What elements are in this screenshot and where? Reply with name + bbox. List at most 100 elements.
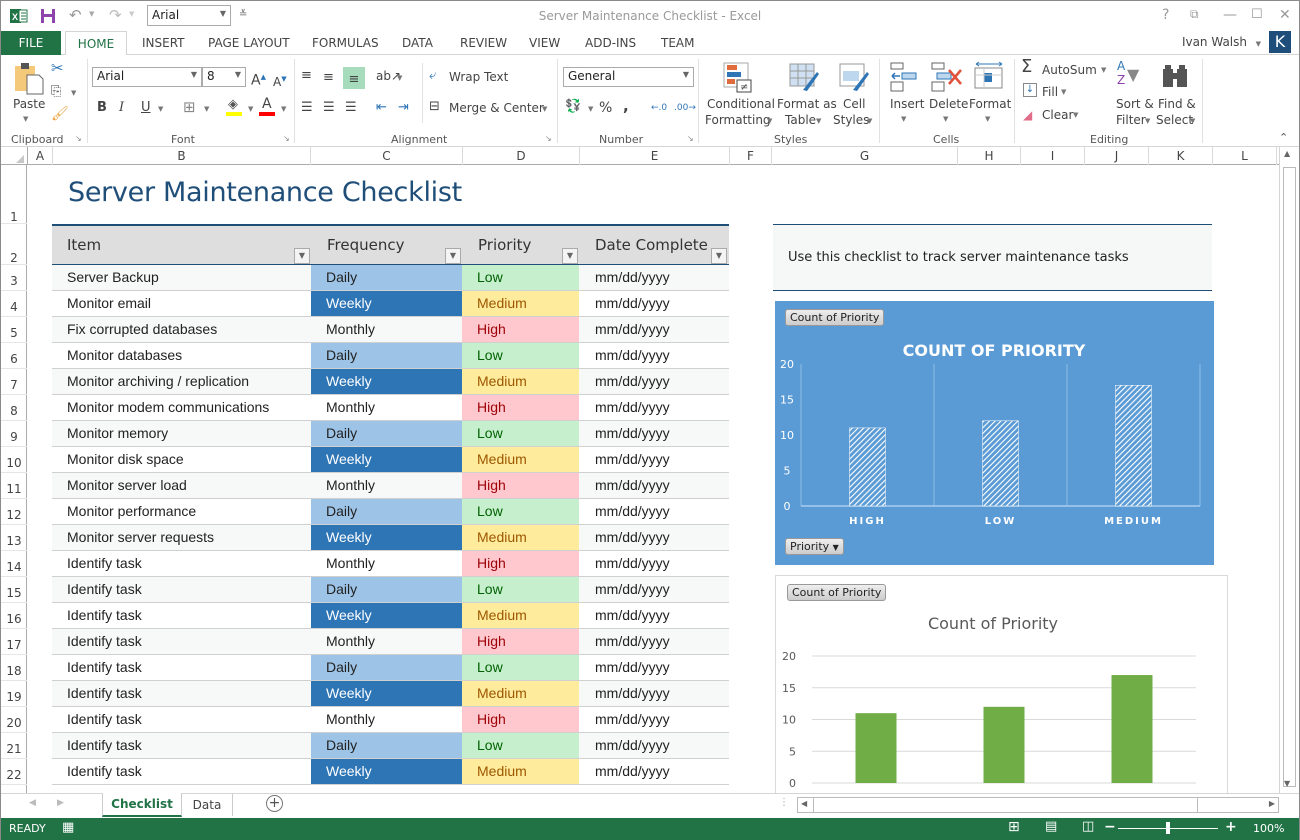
font-color-dropdown-icon[interactable]: ▼ bbox=[281, 105, 286, 113]
cell-priority[interactable]: High bbox=[462, 473, 579, 498]
number-launcher-icon[interactable]: ↘ bbox=[687, 134, 694, 143]
tab-add-ins[interactable]: ADD-INS bbox=[581, 31, 640, 55]
top-align-icon[interactable]: ≡ bbox=[301, 67, 312, 85]
row-header[interactable]: 13 bbox=[1, 525, 27, 551]
cell-frequency[interactable]: Weekly bbox=[311, 447, 462, 472]
alignment-launcher-icon[interactable]: ↘ bbox=[545, 134, 552, 143]
user-name[interactable]: Ivan Walsh bbox=[1182, 35, 1247, 49]
merge-center-button[interactable]: Merge & Center bbox=[449, 101, 544, 115]
cell-item[interactable]: Monitor server requests bbox=[52, 525, 311, 550]
row-header[interactable]: 2 bbox=[1, 224, 27, 265]
close-icon[interactable]: ✕ bbox=[1279, 7, 1291, 23]
row-header[interactable]: 1 bbox=[1, 165, 27, 224]
minimize-icon[interactable]: — bbox=[1223, 7, 1237, 23]
scroll-right-icon[interactable]: ▶ bbox=[1269, 799, 1275, 808]
cell-priority[interactable]: High bbox=[462, 317, 579, 342]
new-sheet-icon[interactable]: + bbox=[266, 795, 283, 812]
pivot-chart-blue[interactable]: Count of Priority COUNT OF PRIORITY 0 5 10… bbox=[775, 301, 1214, 565]
orientation-dropdown-icon[interactable]: ▼ bbox=[397, 74, 402, 82]
column-header-c[interactable]: C bbox=[311, 147, 463, 165]
next-sheet-icon[interactable]: ▶ bbox=[57, 798, 64, 808]
comma-style-button[interactable]: , bbox=[623, 97, 629, 115]
column-header-i[interactable]: I bbox=[1021, 147, 1085, 165]
cell-date-complete[interactable]: mm/dd/yyyy bbox=[579, 681, 729, 706]
copy-icon[interactable]: ⎘ bbox=[51, 83, 61, 101]
cell-item[interactable]: Identify task bbox=[52, 681, 311, 706]
row-header[interactable]: 22 bbox=[1, 759, 27, 785]
sheet-tab-checklist[interactable]: Checklist bbox=[102, 793, 182, 817]
avatar[interactable]: K bbox=[1269, 31, 1291, 53]
row-header[interactable]: 20 bbox=[1, 707, 27, 733]
row-header[interactable]: 10 bbox=[1, 447, 27, 473]
pivot-chart-green[interactable]: Count of Priority Count of Priority 0 5 10… bbox=[775, 575, 1228, 793]
cell-styles-icon[interactable] bbox=[839, 62, 869, 92]
row-header[interactable]: 16 bbox=[1, 603, 27, 629]
cell-frequency[interactable]: Daily bbox=[311, 655, 462, 680]
insert-button[interactable]: Insert bbox=[890, 97, 924, 111]
cell-date-complete[interactable]: mm/dd/yyyy bbox=[579, 395, 729, 420]
row-header[interactable]: 3 bbox=[1, 265, 27, 291]
increase-font-size-icon[interactable]: A▲ bbox=[251, 68, 266, 90]
help-icon[interactable]: ? bbox=[1162, 7, 1169, 23]
insert-cells-icon[interactable] bbox=[890, 62, 918, 92]
column-header-j[interactable]: J bbox=[1085, 147, 1149, 165]
cell-item[interactable]: Identify task bbox=[52, 577, 311, 602]
cell-date-complete[interactable]: mm/dd/yyyy bbox=[579, 447, 729, 472]
cell-date-complete[interactable]: mm/dd/yyyy bbox=[579, 733, 729, 758]
cell-frequency[interactable]: Monthly bbox=[311, 707, 462, 732]
eraser-icon[interactable]: ◢ bbox=[1023, 106, 1032, 124]
fill-button[interactable]: Fill bbox=[1042, 85, 1058, 99]
instructions-note[interactable]: Use this checklist to track server maint… bbox=[773, 224, 1212, 291]
fill-icon[interactable]: ↓ bbox=[1023, 83, 1037, 97]
cell-priority[interactable]: Medium bbox=[462, 681, 579, 706]
select-all-button[interactable] bbox=[1, 147, 28, 165]
cell-priority[interactable]: Low bbox=[462, 655, 579, 680]
row-header[interactable]: 11 bbox=[1, 473, 27, 499]
user-dropdown-icon[interactable]: ▼ bbox=[1256, 40, 1261, 48]
format-painter-icon[interactable]: 🖌 bbox=[51, 105, 69, 123]
paste-button[interactable]: Paste bbox=[13, 97, 45, 111]
cell-item[interactable]: Monitor memory bbox=[52, 421, 311, 446]
cell-frequency[interactable]: Weekly bbox=[311, 369, 462, 394]
column-header-f[interactable]: F bbox=[730, 147, 772, 165]
fill-color-dropdown-icon[interactable]: ▼ bbox=[248, 105, 253, 113]
increase-decimal-icon[interactable]: ←.0 bbox=[651, 99, 667, 117]
decrease-font-size-icon[interactable]: A▼ bbox=[273, 70, 287, 91]
font-launcher-icon[interactable]: ↘ bbox=[283, 134, 290, 143]
cell-frequency[interactable]: Weekly bbox=[311, 681, 462, 706]
zoom-level[interactable]: 100% bbox=[1253, 822, 1284, 835]
cell-item[interactable]: Monitor databases bbox=[52, 343, 311, 368]
cell-priority[interactable]: High bbox=[462, 707, 579, 732]
cell-frequency[interactable]: Monthly bbox=[311, 317, 462, 342]
tab-page-layout[interactable]: PAGE LAYOUT bbox=[204, 31, 294, 55]
tab-file[interactable]: FILE bbox=[1, 31, 61, 55]
tab-data[interactable]: DATA bbox=[398, 31, 437, 55]
conditional-formatting-icon[interactable]: ≠ bbox=[723, 62, 753, 94]
cell-date-complete[interactable]: mm/dd/yyyy bbox=[579, 655, 729, 680]
cut-icon[interactable]: ✂ bbox=[51, 59, 64, 77]
bottom-align-icon[interactable]: ≡ bbox=[343, 67, 365, 89]
cell-priority[interactable]: Low bbox=[462, 421, 579, 446]
cell-priority[interactable]: Low bbox=[462, 577, 579, 602]
row-header[interactable]: 6 bbox=[1, 343, 27, 369]
cell-frequency[interactable]: Daily bbox=[311, 577, 462, 602]
worksheet-grid[interactable]: Server Maintenance Checklist Item ▼ Freq… bbox=[28, 165, 1279, 793]
format-cells-icon[interactable] bbox=[974, 61, 1004, 91]
cell-item[interactable]: Monitor archiving / replication bbox=[52, 369, 311, 394]
prev-sheet-icon[interactable]: ◀ bbox=[29, 798, 36, 808]
cell-priority[interactable]: Medium bbox=[462, 447, 579, 472]
cell-frequency[interactable]: Daily bbox=[311, 499, 462, 524]
page-layout-view-icon[interactable]: ▤ bbox=[1045, 819, 1057, 834]
cell-date-complete[interactable]: mm/dd/yyyy bbox=[579, 551, 729, 576]
column-header-a[interactable]: A bbox=[28, 147, 53, 165]
row-header[interactable]: 15 bbox=[1, 577, 27, 603]
scroll-up-icon[interactable]: ▲ bbox=[1284, 149, 1290, 158]
cell-date-complete[interactable]: mm/dd/yyyy bbox=[579, 759, 729, 784]
autosum-dropdown-icon[interactable]: ▼ bbox=[1101, 66, 1106, 74]
row-header[interactable]: 19 bbox=[1, 681, 27, 707]
font-color-icon[interactable]: A bbox=[259, 96, 277, 117]
filter-dropdown-item[interactable]: ▼ bbox=[294, 248, 310, 264]
maximize-icon[interactable]: ☐ bbox=[1251, 7, 1263, 22]
cell-item[interactable]: Monitor modem communications bbox=[52, 395, 311, 420]
sheet-title[interactable]: Server Maintenance Checklist bbox=[68, 177, 462, 208]
